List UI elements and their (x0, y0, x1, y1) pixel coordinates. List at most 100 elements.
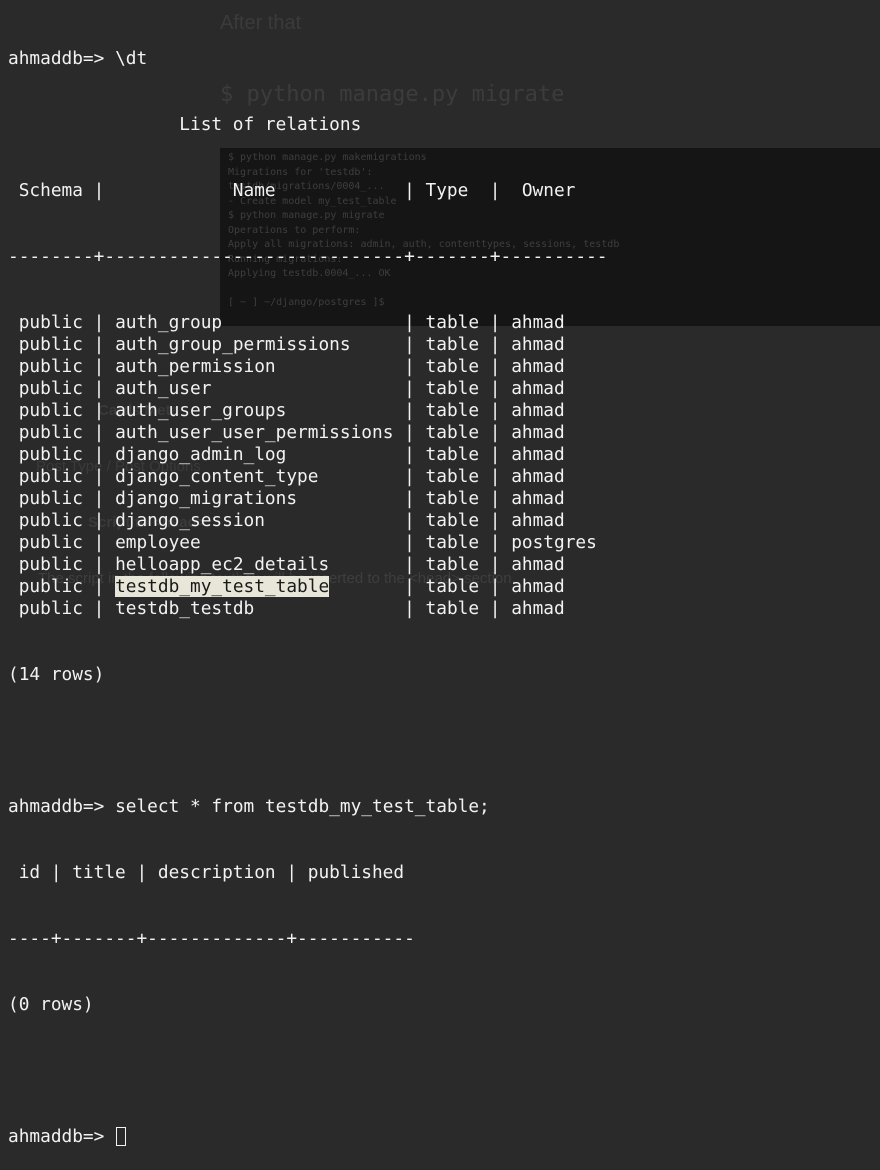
cell-padding: | (318, 466, 426, 487)
schema-cell: public | (8, 378, 116, 399)
table-name-cell: auth_group_permissions (115, 334, 351, 355)
type-cell: table | (425, 576, 512, 597)
type-cell: table | (425, 554, 512, 575)
owner-cell: ahmad (511, 488, 565, 509)
table-name-cell: django_migrations (115, 488, 298, 509)
type-cell: table | (425, 334, 512, 355)
owner-cell: ahmad (511, 356, 565, 377)
table-row: public | helloapp_ec2_details | table | … (8, 554, 874, 576)
type-cell: table | (425, 466, 512, 487)
table-row: public | auth_user_user_permissions | ta… (8, 422, 874, 444)
terminal-window[interactable]: ahmaddb=> \dt List of relations Schema |… (8, 4, 874, 1170)
schema-cell: public | (8, 422, 116, 443)
table-row: public | auth_group_permissions | table … (8, 334, 874, 356)
relations-header: Schema | Name | Type | Owner (8, 180, 576, 201)
type-cell: table | (425, 378, 512, 399)
schema-cell: public | (8, 576, 116, 597)
row-count: (14 rows) (8, 664, 105, 685)
owner-cell: ahmad (511, 554, 565, 575)
owner-cell: ahmad (511, 312, 565, 333)
cell-padding: | (286, 444, 426, 465)
type-cell: table | (425, 444, 512, 465)
cell-padding: | (222, 312, 426, 333)
command-line-2: ahmaddb=> select * from testdb_my_test_t… (8, 796, 874, 818)
cell-padding: | (200, 532, 426, 553)
type-cell: table | (425, 532, 512, 553)
cell-padding: | (297, 488, 426, 509)
schema-cell: public | (8, 356, 116, 377)
query-separator: ----+-------+-------------+----------- (8, 928, 415, 949)
relations-table-body: public | auth_group | table | ahmad publ… (8, 312, 874, 620)
prompt: ahmaddb=> (8, 796, 116, 817)
owner-cell: ahmad (511, 334, 565, 355)
relations-title: List of relations (8, 114, 362, 135)
owner-cell: ahmad (511, 378, 565, 399)
table-row: public | django_admin_log | table | ahma… (8, 444, 874, 466)
cell-padding: | (254, 598, 426, 619)
cell-padding: | (211, 378, 426, 399)
cell-padding: | (329, 576, 426, 597)
schema-cell: public | (8, 334, 116, 355)
table-name-cell: testdb_testdb (115, 598, 255, 619)
table-row: public | testdb_testdb | table | ahmad (8, 598, 874, 620)
schema-cell: public | (8, 466, 116, 487)
table-name-cell: auth_user_groups (115, 400, 287, 421)
owner-cell: postgres (511, 532, 597, 553)
owner-cell: ahmad (511, 510, 565, 531)
relations-separator: --------+----------------------------+--… (8, 246, 608, 267)
owner-cell: ahmad (511, 422, 565, 443)
type-cell: table | (425, 422, 512, 443)
table-row: public | django_migrations | table | ahm… (8, 488, 874, 510)
table-name-cell: django_content_type (115, 466, 319, 487)
owner-cell: ahmad (511, 466, 565, 487)
table-row: public | auth_group | table | ahmad (8, 312, 874, 334)
table-name-cell: testdb_my_test_table (115, 576, 330, 597)
table-row: public | django_session | table | ahmad (8, 510, 874, 532)
query-header: id | title | description | published (8, 862, 405, 883)
cell-padding: | (286, 400, 426, 421)
cursor-icon (116, 1127, 127, 1146)
type-cell: table | (425, 488, 512, 509)
type-cell: table | (425, 400, 512, 421)
table-name-cell: django_admin_log (115, 444, 287, 465)
table-name-cell: auth_group (115, 312, 223, 333)
table-name-cell: auth_user_user_permissions (115, 422, 394, 443)
table-row: public | auth_user_groups | table | ahma… (8, 400, 874, 422)
table-name-cell: helloapp_ec2_details (115, 554, 330, 575)
command-line-3[interactable]: ahmaddb=> (8, 1126, 874, 1148)
table-name-cell: django_session (115, 510, 265, 531)
schema-cell: public | (8, 444, 116, 465)
schema-cell: public | (8, 488, 116, 509)
cell-padding: | (264, 510, 426, 531)
schema-cell: public | (8, 554, 116, 575)
command-line-1: ahmaddb=> \dt (8, 48, 874, 70)
owner-cell: ahmad (511, 598, 565, 619)
command-text: \dt (115, 48, 148, 69)
table-name-cell: auth_permission (115, 356, 276, 377)
table-row: public | employee | table | postgres (8, 532, 874, 554)
table-row: public | testdb_my_test_table | table | … (8, 576, 874, 598)
table-row: public | auth_permission | table | ahmad (8, 356, 874, 378)
cell-padding: | (350, 334, 426, 355)
table-row: public | django_content_type | table | a… (8, 466, 874, 488)
table-row: public | auth_user | table | ahmad (8, 378, 874, 400)
cell-padding: | (329, 554, 426, 575)
type-cell: table | (425, 356, 512, 377)
owner-cell: ahmad (511, 576, 565, 597)
schema-cell: public | (8, 312, 116, 333)
cell-padding: | (275, 356, 426, 377)
owner-cell: ahmad (511, 400, 565, 421)
owner-cell: ahmad (511, 444, 565, 465)
table-name-cell: employee (115, 532, 201, 553)
prompt: ahmaddb=> (8, 48, 116, 69)
cell-padding: | (393, 422, 426, 443)
type-cell: table | (425, 510, 512, 531)
row-count: (0 rows) (8, 994, 94, 1015)
schema-cell: public | (8, 598, 116, 619)
type-cell: table | (425, 312, 512, 333)
schema-cell: public | (8, 510, 116, 531)
schema-cell: public | (8, 532, 116, 553)
table-name-cell: auth_user (115, 378, 212, 399)
